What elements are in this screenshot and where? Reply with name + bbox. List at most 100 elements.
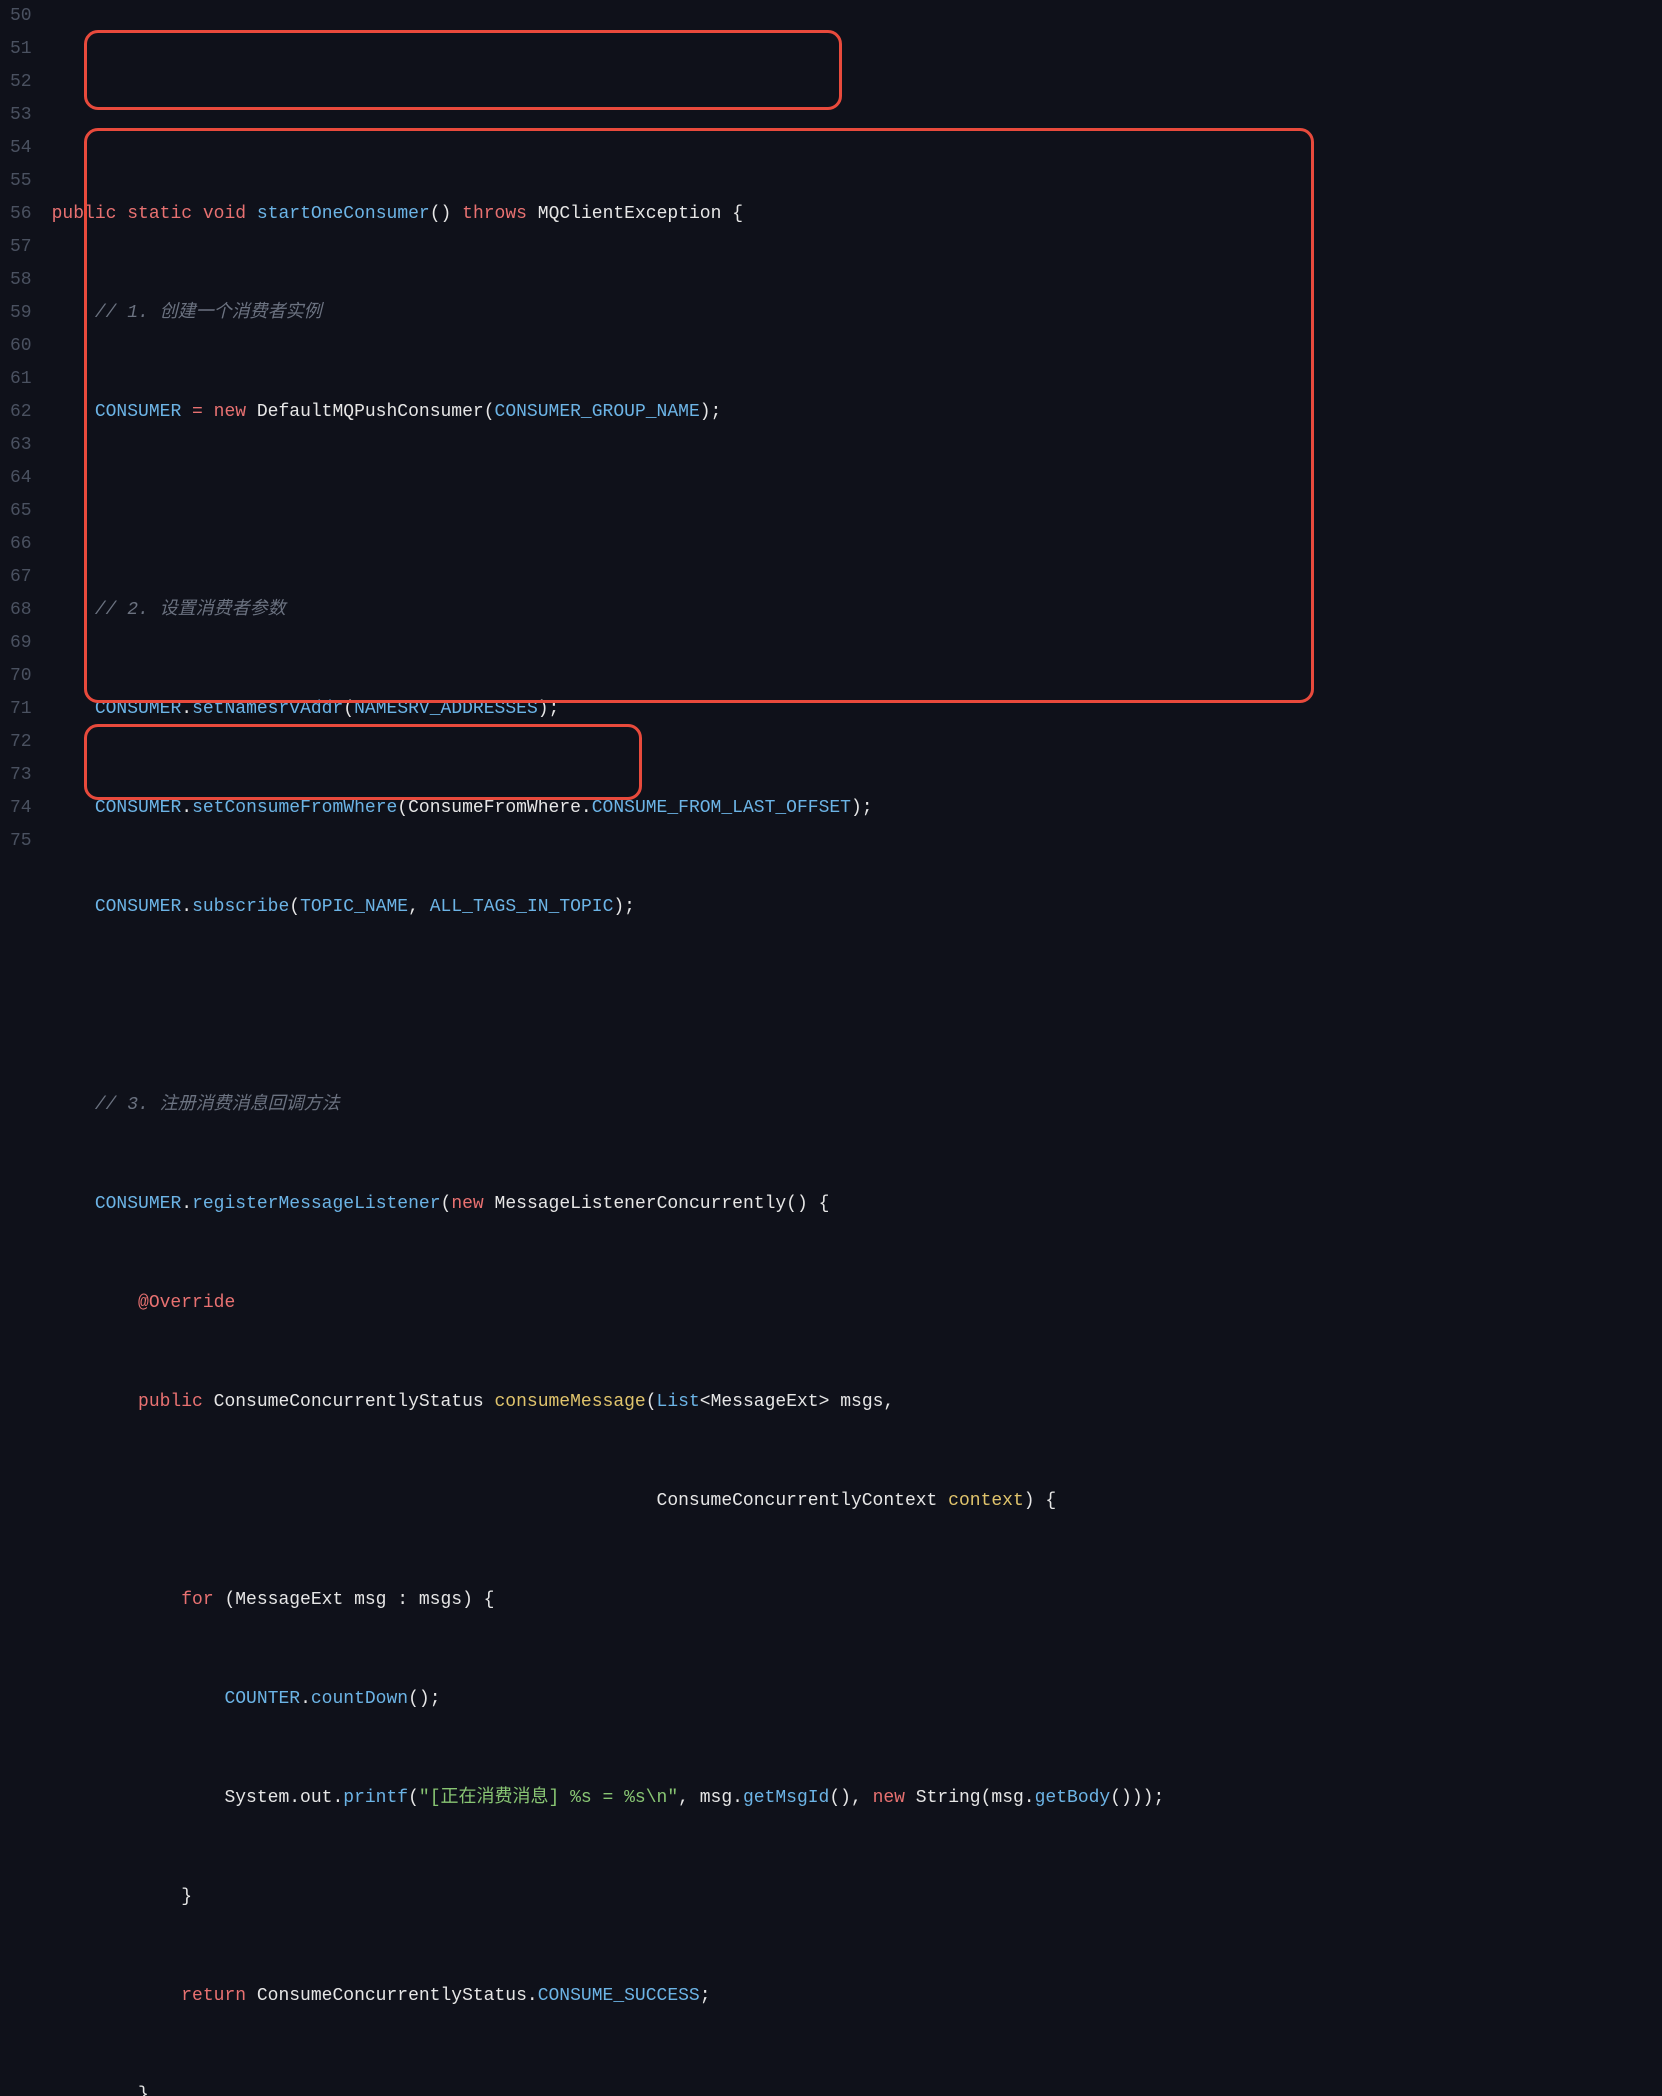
line-number: 75: [10, 825, 32, 858]
code-line: ConsumeConcurrentlyContext context) {: [52, 1485, 1642, 1518]
method: setNamesrvAddr: [192, 699, 343, 719]
for-clause: (MessageExt msg : msgs) {: [214, 1590, 495, 1610]
code-line: System.out.printf("[正在消费消息] %s = %s\n", …: [52, 1782, 1642, 1815]
constant: CONSUMER: [95, 699, 181, 719]
code-line: public static void startOneConsumer() th…: [52, 198, 1642, 231]
dot: .: [181, 699, 192, 719]
keyword-new: new: [873, 1788, 905, 1808]
paren: (: [646, 1392, 657, 1412]
constant: TOPIC_NAME: [300, 897, 408, 917]
punct: ();: [408, 1689, 440, 1709]
punct: ()));: [1110, 1788, 1164, 1808]
brace: }: [181, 1887, 192, 1907]
dot: .: [181, 798, 192, 818]
line-number: 73: [10, 759, 32, 792]
line-number: 52: [10, 66, 32, 99]
brace: {: [721, 204, 743, 224]
args: , msg.: [678, 1788, 743, 1808]
parens: (): [430, 204, 452, 224]
constant: CONSUMER_GROUP_NAME: [495, 402, 700, 422]
dot: .: [181, 1194, 192, 1214]
punct: );: [851, 798, 873, 818]
line-number: 57: [10, 231, 32, 264]
line-number: 59: [10, 297, 32, 330]
dot: .: [181, 897, 192, 917]
constructor: String(msg.: [905, 1788, 1035, 1808]
constant: CONSUMER: [95, 897, 181, 917]
code-line: // 1. 创建一个消费者实例: [52, 297, 1642, 330]
keyword-new: new: [214, 402, 246, 422]
mid: (),: [829, 1788, 872, 1808]
method-def: consumeMessage: [495, 1392, 646, 1412]
method: registerMessageListener: [192, 1194, 440, 1214]
dot: .: [300, 1689, 311, 1709]
comment: // 3. 注册消费消息回调方法: [95, 1095, 340, 1115]
keyword-return: return: [181, 1986, 246, 2006]
method: getBody: [1035, 1788, 1111, 1808]
string-literal: "[正在消费消息] %s = %s\n": [419, 1788, 678, 1808]
param-name: context: [948, 1491, 1024, 1511]
line-number: 69: [10, 627, 32, 660]
code-line: CONSUMER.subscribe(TOPIC_NAME, ALL_TAGS_…: [52, 891, 1642, 924]
method: printf: [343, 1788, 408, 1808]
constant: ALL_TAGS_IN_TOPIC: [430, 897, 614, 917]
paren: (: [441, 1194, 452, 1214]
line-number: 55: [10, 165, 32, 198]
constant: NAMESRV_ADDRESSES: [354, 699, 538, 719]
annotation: @Override: [138, 1293, 235, 1313]
line-number: 67: [10, 561, 32, 594]
code-line: CONSUMER.registerMessageListener(new Mes…: [52, 1188, 1642, 1221]
code-line: return ConsumeConcurrentlyStatus.CONSUME…: [52, 1980, 1642, 2013]
paren: (: [289, 897, 300, 917]
code-editor: 50 51 52 53 54 55 56 57 58 59 60 61 62 6…: [0, 0, 1662, 2096]
line-number: 53: [10, 99, 32, 132]
keyword-new: new: [451, 1194, 483, 1214]
brace: }: [138, 2085, 149, 2096]
punct: );: [538, 699, 560, 719]
code-area[interactable]: public static void startOneConsumer() th…: [52, 0, 1662, 2096]
constructor: DefaultMQPushConsumer(: [246, 402, 494, 422]
comma: ,: [408, 897, 430, 917]
constant: CONSUME_SUCCESS: [538, 1986, 700, 2006]
method: getMsgId: [743, 1788, 829, 1808]
enum-type: ConsumeConcurrentlyStatus.: [246, 1986, 538, 2006]
code-line: @Override: [52, 1287, 1642, 1320]
comment: // 1. 创建一个消费者实例: [95, 303, 322, 323]
constant: CONSUME_FROM_LAST_OFFSET: [592, 798, 851, 818]
exception-type: MQClientException: [538, 204, 722, 224]
code-line: }: [52, 2079, 1642, 2096]
code-line: // 2. 设置消费者参数: [52, 594, 1642, 627]
line-number: 63: [10, 429, 32, 462]
code-line: CONSUMER = new DefaultMQPushConsumer(CON…: [52, 396, 1642, 429]
keyword-for: for: [181, 1590, 213, 1610]
method: countDown: [311, 1689, 408, 1709]
gt: >: [819, 1392, 830, 1412]
code-line: for (MessageExt msg : msgs) {: [52, 1584, 1642, 1617]
constructor: MessageListenerConcurrently() {: [484, 1194, 830, 1214]
line-number: 51: [10, 33, 32, 66]
keyword-throws: throws: [462, 204, 527, 224]
punct: );: [700, 402, 722, 422]
line-number: 58: [10, 264, 32, 297]
punct: );: [613, 897, 635, 917]
type-param: MessageExt: [711, 1392, 819, 1412]
line-number: 56: [10, 198, 32, 231]
return-type: ConsumeConcurrentlyStatus: [203, 1392, 495, 1412]
keyword-static: static: [127, 204, 192, 224]
line-number: 68: [10, 594, 32, 627]
code-line-blank: [52, 990, 1642, 1023]
keyword-void: void: [203, 204, 246, 224]
method: setConsumeFromWhere: [192, 798, 397, 818]
line-number: 65: [10, 495, 32, 528]
line-number: 54: [10, 132, 32, 165]
line-number: 66: [10, 528, 32, 561]
constant: CONSUMER: [95, 1194, 181, 1214]
lt: <: [700, 1392, 711, 1412]
code-line: COUNTER.countDown();: [52, 1683, 1642, 1716]
param: msgs,: [829, 1392, 894, 1412]
constant: CONSUMER: [95, 402, 181, 422]
code-line: }: [52, 1881, 1642, 1914]
code-line: CONSUMER.setNamesrvAddr(NAMESRV_ADDRESSE…: [52, 693, 1642, 726]
code-line-blank: [52, 495, 1642, 528]
line-number: 71: [10, 693, 32, 726]
